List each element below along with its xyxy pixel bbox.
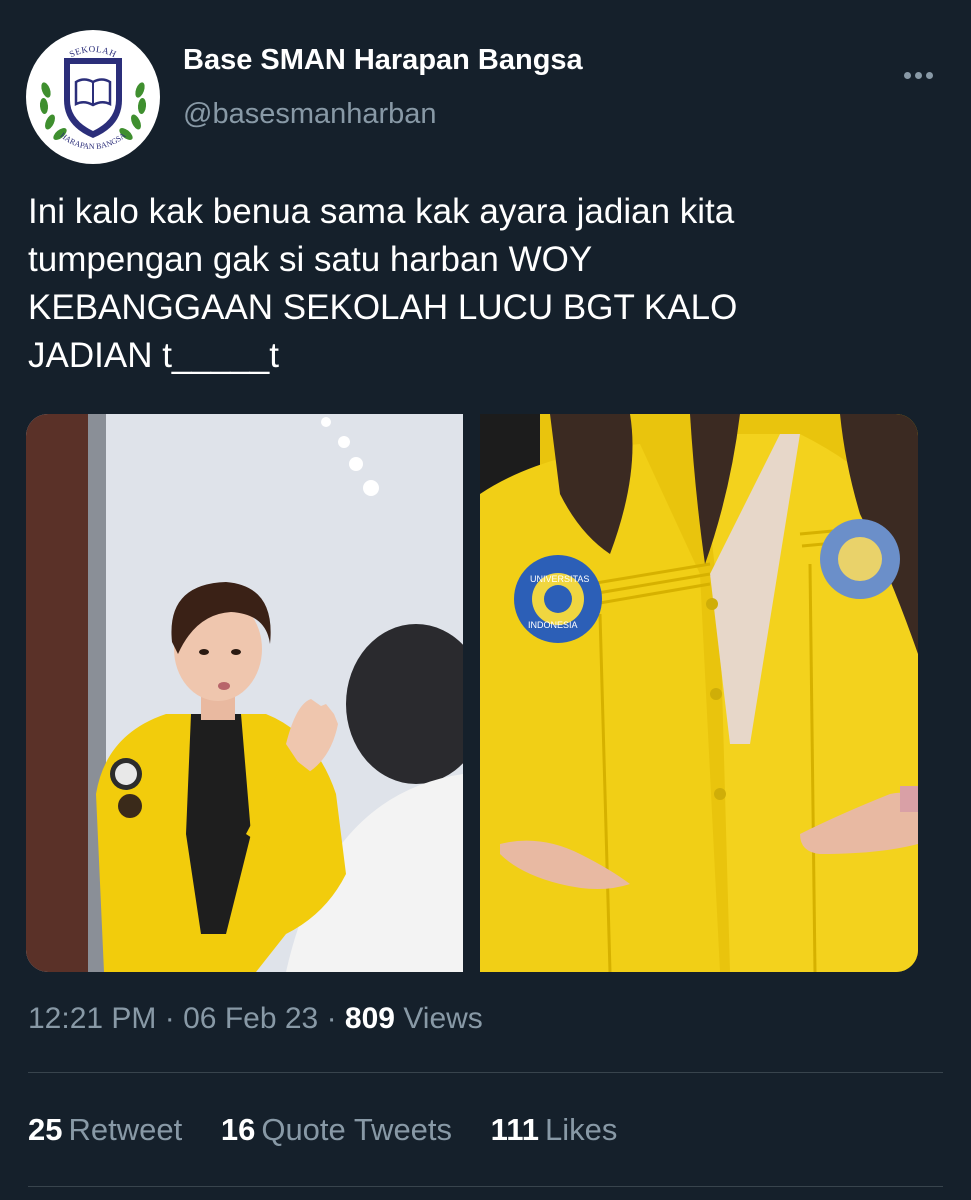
- tweet-time[interactable]: 12:21 PM: [28, 1002, 156, 1035]
- school-crest-icon: SEKOLAH HARAPAN BANGSA: [27, 31, 159, 163]
- svg-text:UNIVERSITAS: UNIVERSITAS: [530, 574, 589, 584]
- svg-text:INDONESIA: INDONESIA: [528, 620, 578, 630]
- user-handle[interactable]: @basesmanharban: [183, 98, 437, 131]
- photo-yellow-jacket-closeup: UNIVERSITAS INDONESIA: [480, 414, 918, 972]
- views-count[interactable]: 809: [345, 1002, 395, 1035]
- photo-man-yellow-jacket: [26, 414, 463, 972]
- meta-separator: ·: [326, 1002, 337, 1035]
- tweet-media: UNIVERSITAS INDONESIA: [26, 414, 918, 972]
- more-dots-icon: [903, 71, 911, 79]
- retweets-stat[interactable]: 25 Retweet: [28, 1112, 182, 1148]
- retweets-label: Retweet: [68, 1112, 183, 1147]
- likes-stat[interactable]: 111 Likes: [491, 1112, 618, 1148]
- tweet-text-line: Ini kalo kak benua sama kak ayara jadian…: [28, 192, 735, 231]
- media-photo-right[interactable]: UNIVERSITAS INDONESIA: [480, 414, 918, 972]
- tweet-text-line: JADIAN t_____t: [28, 336, 279, 375]
- likes-label: Likes: [544, 1112, 618, 1147]
- tweet-text: Ini kalo kak benua sama kak ayara jadian…: [28, 188, 943, 380]
- divider: [28, 1186, 943, 1187]
- avatar[interactable]: SEKOLAH HARAPAN BANGSA: [26, 30, 160, 164]
- tweet-date[interactable]: 06 Feb 23: [183, 1002, 318, 1035]
- more-options-button[interactable]: [893, 58, 943, 92]
- quote-tweets-label: Quote Tweets: [261, 1112, 453, 1147]
- likes-count: 111: [490, 1112, 539, 1147]
- tweet: SEKOLAH HARAPAN BANGSA Base SMAN Harapan…: [0, 0, 971, 1200]
- meta-separator: ·: [164, 1002, 175, 1035]
- media-photo-left[interactable]: [26, 414, 463, 972]
- retweets-count: 25: [28, 1112, 63, 1147]
- quote-tweets-count: 16: [220, 1112, 256, 1147]
- divider: [28, 1072, 943, 1073]
- display-name[interactable]: Base SMAN Harapan Bangsa: [183, 44, 583, 77]
- quote-tweets-stat[interactable]: 16 Quote Tweets: [221, 1112, 452, 1148]
- tweet-text-line: tumpengan gak si satu harban WOY: [28, 240, 593, 279]
- tweet-stats: 25 Retweet 16 Quote Tweets 111 Likes: [28, 1112, 647, 1148]
- views-label[interactable]: Views: [403, 1002, 482, 1035]
- tweet-meta: 12:21 PM · 06 Feb 23 · 809 Views: [28, 1002, 483, 1036]
- tweet-text-line: KEBANGGAAN SEKOLAH LUCU BGT KALO: [28, 288, 738, 327]
